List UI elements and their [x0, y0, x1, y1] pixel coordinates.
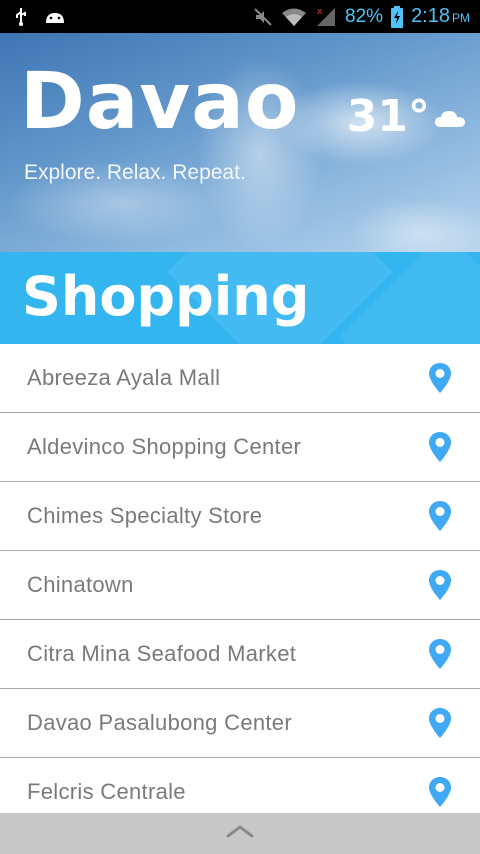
list-item[interactable]: Abreeza Ayala Mall [0, 344, 480, 413]
category-title: Shopping [22, 265, 310, 328]
list-item[interactable]: Davao Pasalubong Center [0, 689, 480, 758]
cloud-icon [434, 109, 466, 134]
list-item[interactable]: Citra Mina Seafood Market [0, 620, 480, 689]
status-bar: x 82% 2:18 PM [0, 0, 480, 33]
svg-text:x: x [317, 7, 323, 17]
battery-charging-icon [391, 5, 404, 28]
list-item-label: Chimes Specialty Store [27, 503, 263, 528]
clock: 2:18 PM [411, 5, 470, 28]
list-item-label: Abreeza Ayala Mall [27, 365, 221, 390]
map-pin-icon[interactable] [428, 431, 452, 463]
android-icon [44, 10, 66, 24]
map-pin-icon[interactable] [428, 569, 452, 601]
city-tagline: Explore. Relax. Repeat. [24, 161, 246, 184]
weather-widget[interactable]: 31° [347, 95, 466, 139]
battery-percent: 82% [345, 5, 384, 27]
list-item-label: Citra Mina Seafood Market [27, 641, 297, 666]
list-item-label: Felcris Centrale [27, 779, 186, 804]
temperature: 31° [346, 91, 430, 142]
map-pin-icon[interactable] [428, 500, 452, 532]
list-item-label: Aldevinco Shopping Center [27, 434, 302, 459]
list-item[interactable]: Chimes Specialty Store [0, 482, 480, 551]
list-item-label: Davao Pasalubong Center [27, 710, 292, 735]
mute-icon [253, 7, 273, 27]
category-banner: Shopping [0, 252, 480, 344]
list-item[interactable]: Chinatown [0, 551, 480, 620]
bottom-drawer-handle[interactable] [0, 813, 480, 854]
map-pin-icon[interactable] [428, 362, 452, 394]
city-title: Davao [20, 57, 300, 147]
wifi-icon [281, 7, 307, 27]
signal-icon: x [315, 6, 337, 28]
list-item[interactable]: Aldevinco Shopping Center [0, 413, 480, 482]
map-pin-icon[interactable] [428, 638, 452, 670]
list-item-label: Chinatown [27, 572, 134, 597]
place-list: Abreeza Ayala Mall Aldevinco Shopping Ce… [0, 344, 480, 827]
city-header: Davao Explore. Relax. Repeat. 31° [0, 33, 480, 252]
chevron-up-icon[interactable] [225, 824, 255, 843]
map-pin-icon[interactable] [428, 707, 452, 739]
usb-icon [14, 7, 28, 26]
clock-ampm: PM [452, 11, 470, 25]
map-pin-icon[interactable] [428, 776, 452, 808]
clock-time: 2:18 [411, 5, 450, 27]
